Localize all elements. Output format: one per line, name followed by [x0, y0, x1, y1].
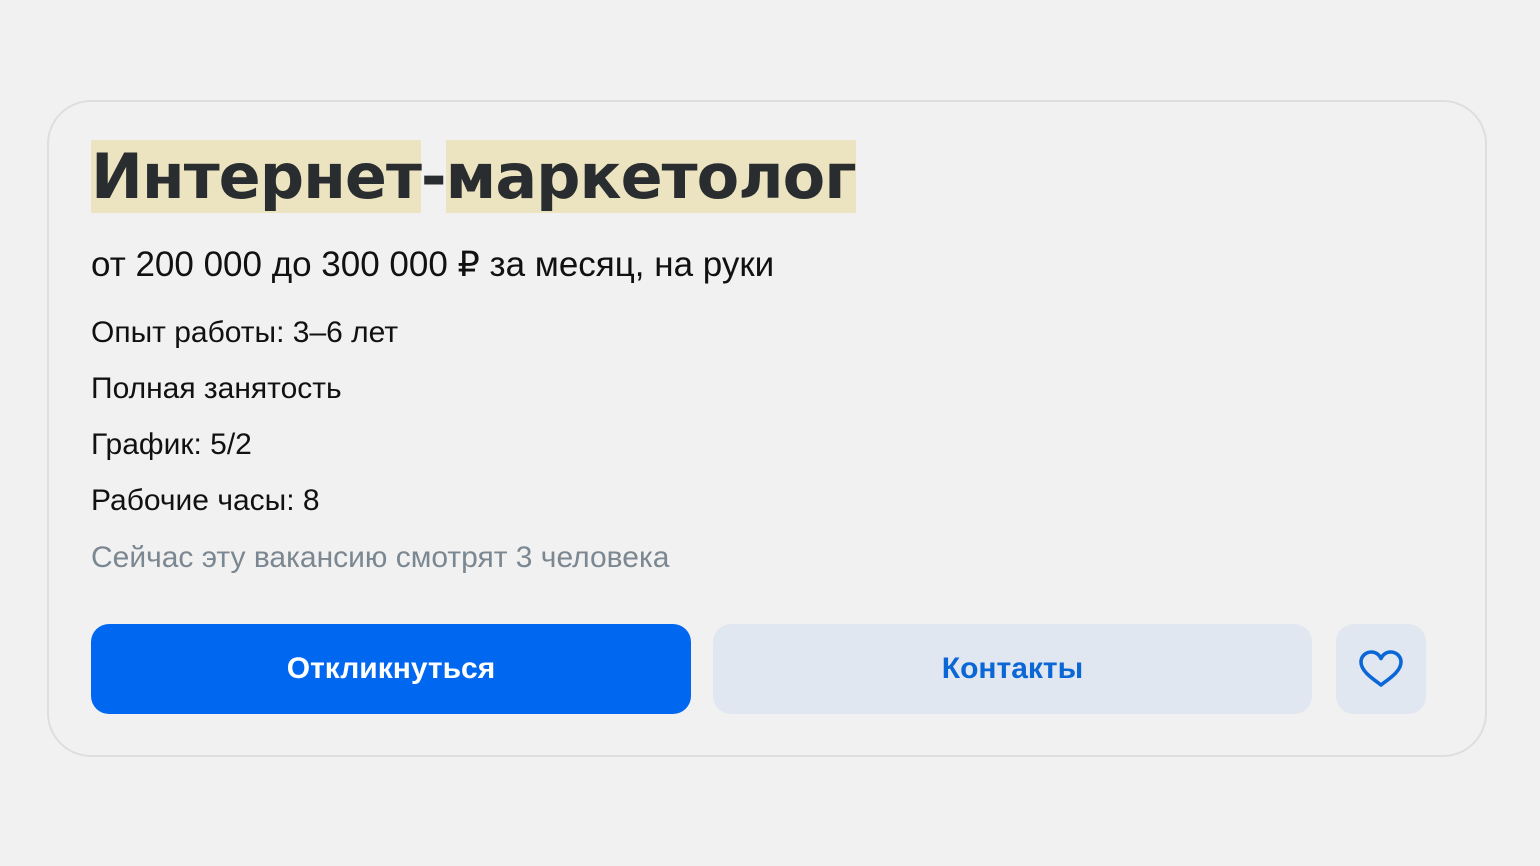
respond-button[interactable]: Откликнуться: [91, 624, 691, 714]
contacts-button-label: Контакты: [941, 652, 1084, 685]
vacancy-title[interactable]: Интернет-маркетолог: [91, 140, 857, 213]
vacancy-title-highlight-1: Интернет: [91, 140, 422, 213]
contacts-button[interactable]: Контакты: [713, 624, 1312, 714]
salary-text: от 200 000 до 300 000 ₽ за месяц, на рук…: [91, 245, 775, 284]
viewers-count-text: Сейчас эту вакансию смотрят 3 человека: [91, 541, 670, 574]
vacancy-title-hyphen: -: [420, 140, 447, 213]
vacancy-title-highlight-2: маркетолог: [445, 140, 857, 213]
schedule-text: График: 5/2: [91, 428, 252, 461]
work-hours-text: Рабочие часы: 8: [91, 484, 320, 517]
experience-text: Опыт работы: 3–6 лет: [91, 316, 399, 349]
respond-button-label: Откликнуться: [286, 652, 496, 685]
heart-icon: [1357, 649, 1405, 689]
employment-type-text: Полная занятость: [91, 372, 342, 405]
favorite-button[interactable]: [1336, 624, 1426, 714]
